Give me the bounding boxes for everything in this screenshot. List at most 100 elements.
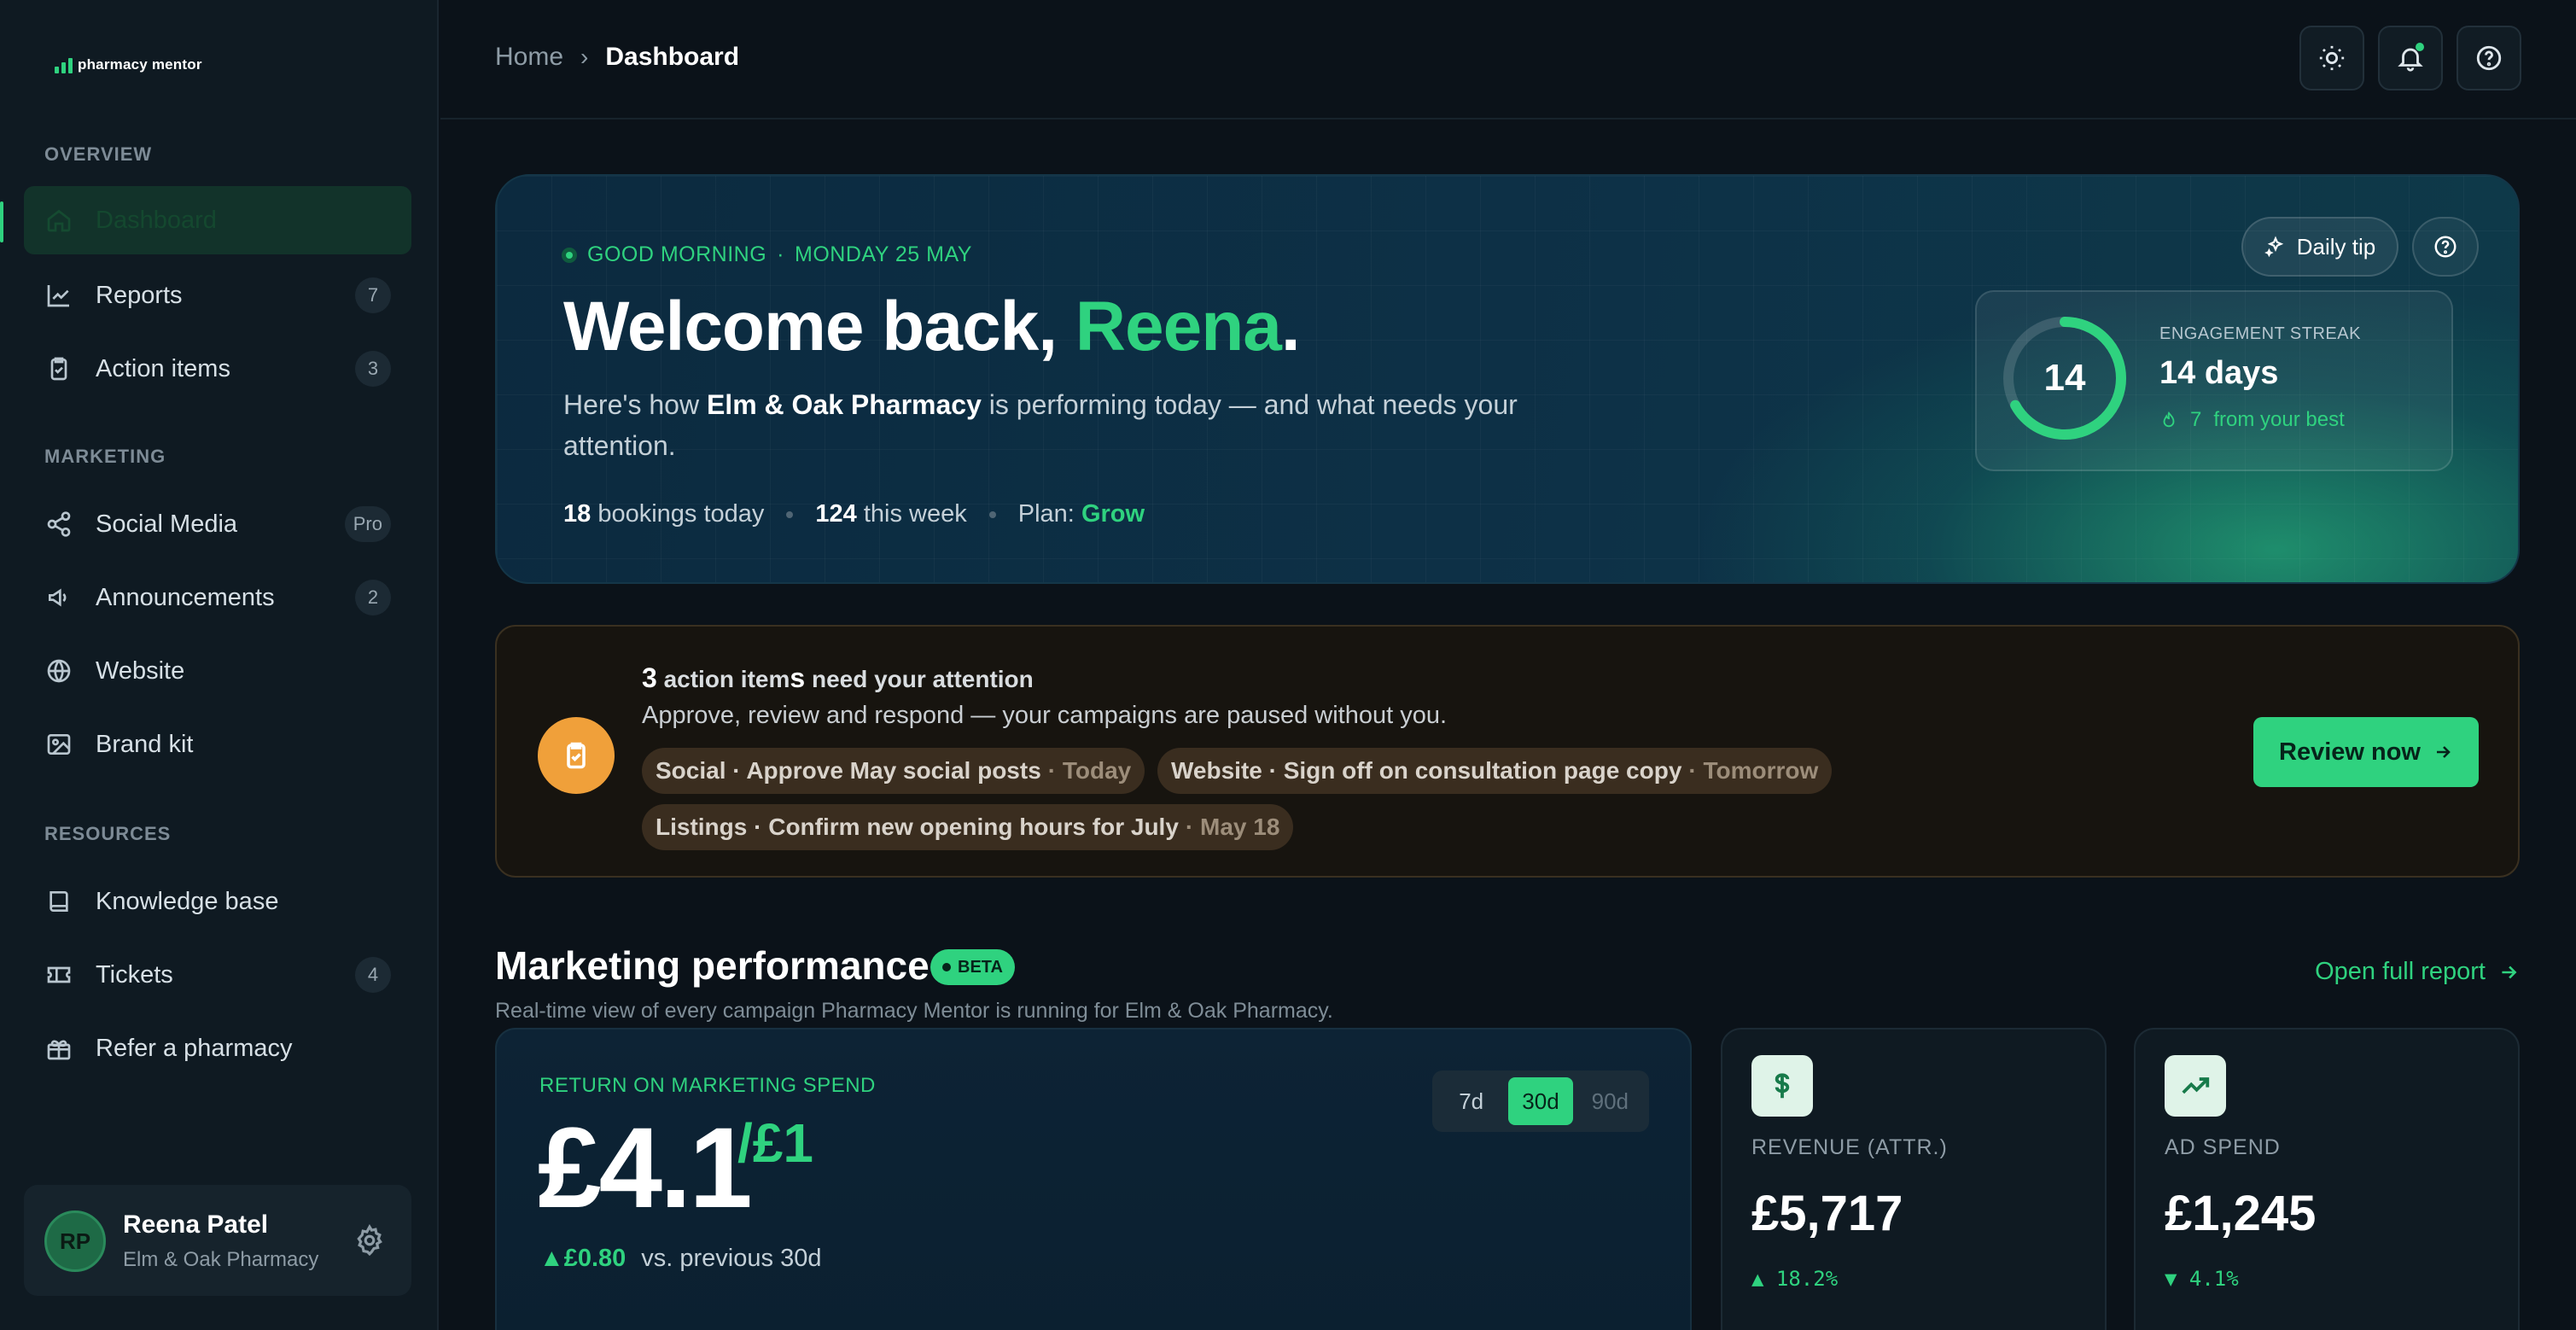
welcome-hero: GOOD MORNING · MONDAY 25 MAY Welcome bac… (495, 174, 2520, 584)
sidebar-item-brand-kit[interactable]: Brand kit (24, 710, 411, 779)
range-90d[interactable]: 90d (1578, 1077, 1642, 1125)
sidebar-item-label: Action items (96, 354, 230, 382)
metric-label: REVENUE (ATTR.) (1751, 1135, 1948, 1159)
arrow-right-icon (2437, 746, 2451, 758)
open-full-report-link[interactable]: Open full report (2315, 958, 2520, 986)
greeting-line: GOOD MORNING · MONDAY 25 MAY (562, 242, 972, 267)
sidebar-item-dashboard[interactable]: Dashboard (24, 186, 411, 254)
bookings-week: 124 this week (815, 500, 967, 528)
dollar-icon (1751, 1055, 1813, 1117)
streak-label: ENGAGEMENT STREAK (2159, 324, 2361, 343)
sidebar-item-label: Social Media (96, 510, 238, 538)
sidebar-item-announcements[interactable]: Announcements 2 (24, 563, 411, 632)
breadcrumb: Home › Dashboard (495, 43, 739, 72)
sidebar-item-action-items[interactable]: Action items 3 (24, 335, 411, 403)
action-chip[interactable]: Social · Approve May social posts · Today (642, 748, 1145, 794)
sidebar-item-label: Brand kit (96, 730, 194, 758)
sidebar-item-label: Refer a pharmacy (96, 1034, 293, 1062)
metric-label: AD SPEND (2165, 1135, 2281, 1159)
greeting-separator: · (777, 242, 784, 266)
top-bar: Home › Dashboard (440, 0, 2576, 120)
review-now-button[interactable]: Review now (2253, 717, 2479, 787)
help-circle-icon (2434, 236, 2457, 258)
streak-best: 7 from your best (2159, 408, 2345, 432)
clipboard-check-icon (44, 354, 73, 383)
roms-delta: ▲£0.80 vs. previous 30d (539, 1245, 822, 1272)
greeting-date: MONDAY 25 MAY (795, 242, 972, 266)
range-30d[interactable]: 30d (1508, 1077, 1573, 1125)
streak-value: 14 days (2159, 355, 2279, 391)
count-badge: 7 (355, 277, 391, 313)
action-items-panel: 3 action items need your attention Appro… (495, 625, 2520, 878)
breadcrumb-home-link[interactable]: Home (495, 43, 563, 72)
dot-separator (988, 510, 996, 518)
hero-help-button[interactable] (2412, 217, 2479, 277)
user-card[interactable]: RP Reena Patel Elm & Oak Pharmacy (24, 1185, 411, 1296)
ticket-icon (44, 960, 73, 989)
beta-badge: BETA (930, 949, 1015, 985)
image-icon (44, 730, 73, 759)
trending-up-icon (2165, 1055, 2226, 1117)
notifications-button[interactable] (2378, 26, 2443, 90)
sidebar-item-label: Announcements (96, 583, 275, 611)
pharmacy-name: Elm & Oak Pharmacy (706, 389, 982, 420)
ad-spend-metric-card: AD SPEND £1,245 ▼ 4.1% (2134, 1028, 2520, 1330)
action-chip[interactable]: Website · Sign off on consultation page … (1157, 748, 1833, 794)
sidebar-item-website[interactable]: Website (24, 637, 411, 705)
welcome-subtitle: Here's how Elm & Oak Pharmacy is perform… (563, 389, 1518, 461)
sidebar-item-reports[interactable]: Reports 7 (24, 261, 411, 330)
count-badge: 2 (355, 580, 391, 615)
action-items-subtitle: Approve, review and respond — your campa… (642, 702, 1448, 729)
roms-value: £4.1 (538, 1105, 753, 1232)
dot-separator (786, 510, 794, 518)
book-icon (44, 887, 73, 916)
sidebar-item-refer[interactable]: Refer a pharmacy (24, 1014, 411, 1082)
sidebar-item-label: Website (96, 656, 185, 685)
theme-toggle-button[interactable] (2299, 26, 2364, 90)
plan-name: Grow (1081, 500, 1145, 528)
pro-badge: Pro (344, 506, 391, 542)
sun-icon (2319, 45, 2345, 71)
streak-number: 14 (2043, 357, 2086, 399)
notification-dot (2416, 43, 2424, 51)
bookings-today: 18 bookings today (563, 500, 765, 528)
settings-gear-icon[interactable] (353, 1223, 386, 1257)
user-first-name: Reena (1075, 288, 1282, 365)
roms-unit: /£1 (737, 1112, 813, 1174)
metric-change: ▲ 18.2% (1751, 1267, 1839, 1291)
plan-info: Plan: Grow (1017, 500, 1145, 528)
metric-change: ▼ 4.1% (2165, 1267, 2239, 1291)
daily-tip-button[interactable]: Daily tip (2241, 217, 2398, 277)
sidebar-item-knowledge-base[interactable]: Knowledge base (24, 867, 411, 936)
megaphone-icon (44, 583, 73, 612)
sidebar-item-tickets[interactable]: Tickets 4 (24, 941, 411, 1009)
brand-logo[interactable]: pharmacy mentor (55, 56, 202, 73)
sidebar-item-label: Reports (96, 281, 183, 309)
action-items-title: 3 action items need your attention (642, 662, 1034, 693)
sidebar-item-social-media[interactable]: Social Media Pro (24, 490, 411, 558)
count-badge: 3 (355, 351, 391, 387)
active-indicator (0, 201, 3, 242)
sidebar-item-label: Knowledge base (96, 887, 279, 915)
roms-label: RETURN ON MARKETING SPEND (539, 1074, 876, 1097)
avatar: RP (44, 1210, 106, 1272)
count-badge: 4 (355, 957, 391, 993)
sidebar-item-label: Dashboard (96, 206, 217, 234)
roms-card: RETURN ON MARKETING SPEND £4.1 /£1 ▲£0.8… (495, 1028, 1692, 1330)
sidebar-item-label: Tickets (96, 960, 173, 989)
sidebar: pharmacy mentor OVERVIEW Dashboard Repor… (0, 0, 439, 1330)
action-chip[interactable]: Listings · Confirm new opening hours for… (642, 804, 1294, 850)
range-7d[interactable]: 7d (1439, 1077, 1503, 1125)
status-dot (562, 247, 577, 263)
breadcrumb-current: Dashboard (605, 43, 740, 71)
date-range-toggle: 7d 30d 90d (1432, 1070, 1649, 1132)
section-title: Marketing performance (495, 943, 930, 988)
clipboard-check-icon (538, 717, 615, 794)
gift-icon (44, 1034, 73, 1063)
chevron-right-icon: › (580, 44, 589, 70)
logo-bars-icon (55, 56, 73, 73)
home-icon (44, 206, 73, 235)
hero-stats: 18 bookings today 124 this week Plan: Gr… (563, 500, 1145, 528)
help-button[interactable] (2457, 26, 2521, 90)
daily-tip-label: Daily tip (2296, 233, 2376, 260)
